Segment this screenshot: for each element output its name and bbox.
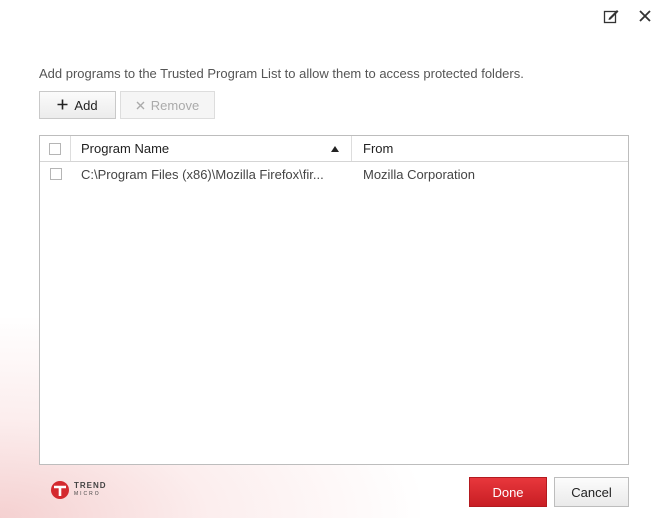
done-button[interactable]: Done xyxy=(469,477,547,507)
plus-icon xyxy=(57,98,68,113)
program-from-cell: Mozilla Corporation xyxy=(363,166,475,182)
header-checkbox-cell xyxy=(40,136,71,161)
title-bar-icons xyxy=(601,6,655,26)
column-header-from-label: From xyxy=(363,141,394,156)
sort-ascending-icon xyxy=(331,145,339,152)
column-header-from[interactable]: From xyxy=(352,136,628,161)
row-checkbox-cell xyxy=(40,162,71,186)
trusted-program-table: Program Name From C:\Program Files (x86)… xyxy=(39,135,629,465)
column-header-program-name[interactable]: Program Name xyxy=(71,136,352,161)
edit-note-icon[interactable] xyxy=(601,6,621,26)
close-icon[interactable] xyxy=(635,6,655,26)
remove-button-label: Remove xyxy=(150,97,200,113)
add-button-label: Add xyxy=(74,97,98,113)
trend-micro-logo: TREND MICRO xyxy=(50,480,107,500)
program-path-cell: C:\Program Files (x86)\Mozilla Firefox\f… xyxy=(81,166,324,182)
table-header: Program Name From xyxy=(40,136,628,162)
trend-micro-logo-text: TREND MICRO xyxy=(74,481,107,498)
trend-micro-logo-icon xyxy=(51,481,69,499)
column-header-program-name-label: Program Name xyxy=(81,141,170,156)
table-row[interactable]: C:\Program Files (x86)\Mozilla Firefox\f… xyxy=(40,162,628,186)
toolbar: Add Remove xyxy=(39,91,215,119)
row-checkbox[interactable] xyxy=(49,168,62,180)
select-all-checkbox[interactable] xyxy=(49,142,61,155)
instruction-text: Add programs to the Trusted Program List… xyxy=(39,66,524,81)
cancel-button[interactable]: Cancel xyxy=(554,477,629,507)
x-icon xyxy=(136,98,145,113)
add-button[interactable]: Add xyxy=(39,91,116,119)
remove-button[interactable]: Remove xyxy=(120,91,215,119)
